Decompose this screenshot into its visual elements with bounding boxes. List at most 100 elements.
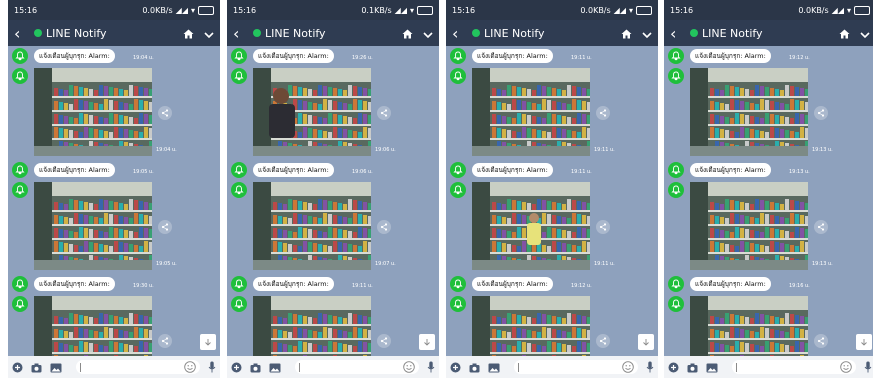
bell-icon	[668, 68, 684, 84]
wifi-icon: ▾	[846, 5, 851, 15]
scroll-down-icon[interactable]	[856, 334, 872, 350]
bell-icon	[231, 48, 247, 64]
emoji-icon[interactable]	[622, 358, 634, 377]
camera-icon[interactable]	[250, 358, 261, 377]
photo-time: 19:13 u.	[812, 147, 833, 153]
chat-area[interactable]: แจ้งเตือนผู้บุกรุก: Alarm: 19:11 u. 19:11 …	[446, 46, 658, 378]
camera-icon[interactable]	[687, 358, 698, 377]
chat-area[interactable]: แจ้งเตือนผู้บุกรุก: Alarm: 19:04 u. 19:04 …	[8, 46, 220, 378]
mic-icon[interactable]	[208, 358, 216, 377]
emoji-icon[interactable]	[840, 358, 852, 377]
bell-icon	[12, 162, 28, 178]
chevron-down-icon[interactable]	[642, 24, 652, 43]
chevron-down-icon[interactable]	[860, 24, 870, 43]
message-bubble[interactable]: แจ้งเตือนผู้บุกรุก: Alarm:	[34, 49, 115, 63]
camera-snapshot-image[interactable]	[690, 182, 808, 270]
message-bubble[interactable]: แจ้งเตือนผู้บุกรุก: Alarm:	[253, 163, 334, 177]
share-icon[interactable]	[158, 334, 172, 348]
share-icon[interactable]	[158, 220, 172, 234]
bell-icon	[12, 182, 28, 198]
home-icon[interactable]	[402, 24, 413, 43]
message-bubble[interactable]: แจ้งเตือนผู้บุกรุก: Alarm:	[690, 277, 771, 291]
share-icon[interactable]	[377, 334, 391, 348]
camera-snapshot-image[interactable]	[472, 182, 590, 270]
image-icon[interactable]	[50, 358, 62, 377]
back-icon[interactable]: ‹	[452, 24, 466, 43]
message-input[interactable]	[514, 360, 638, 374]
message-bubble[interactable]: แจ้งเตือนผู้บุกรุก: Alarm:	[253, 49, 334, 63]
back-icon[interactable]: ‹	[670, 24, 684, 43]
scroll-down-icon[interactable]	[419, 334, 435, 350]
message-time: 19:05 u.	[133, 169, 154, 175]
share-icon[interactable]	[814, 220, 828, 234]
share-icon[interactable]	[596, 334, 610, 348]
input-bar	[227, 356, 439, 378]
status-indicators: 0.0KB/s ◢◢ ▾	[798, 5, 870, 15]
input-bar	[446, 356, 658, 378]
camera-snapshot-image[interactable]	[34, 68, 152, 156]
home-icon[interactable]	[621, 24, 632, 43]
camera-snapshot-image[interactable]	[34, 182, 152, 270]
message-input[interactable]	[295, 360, 419, 374]
mic-icon[interactable]	[646, 358, 654, 377]
add-icon[interactable]	[450, 358, 461, 377]
emoji-icon[interactable]	[403, 358, 415, 377]
message-bubble[interactable]: แจ้งเตือนผู้บุกรุก: Alarm:	[472, 277, 553, 291]
emoji-icon[interactable]	[184, 358, 196, 377]
message-bubble[interactable]: แจ้งเตือนผู้บุกรุก: Alarm:	[34, 277, 115, 291]
back-icon[interactable]: ‹	[14, 24, 28, 43]
home-icon[interactable]	[183, 24, 194, 43]
photo-time: 19:11 u.	[594, 147, 615, 153]
bell-icon	[231, 68, 247, 84]
wifi-icon: ▾	[628, 5, 633, 15]
image-icon[interactable]	[269, 358, 281, 377]
phone-screen-2: 15:16 0.1KB/s ◢◢ ▾ ‹ LINE Notify แจ้งเตือนผู้บ…	[227, 0, 439, 378]
photo-time: 19:04 u.	[156, 147, 177, 153]
chat-area[interactable]: แจ้งเตือนผู้บุกรุก: Alarm: 19:26 u. 19:06 …	[227, 46, 439, 378]
message-bubble[interactable]: แจ้งเตือนผู้บุกรุก: Alarm:	[690, 49, 771, 63]
home-icon[interactable]	[839, 24, 850, 43]
message-time: 19:12 u.	[571, 283, 592, 289]
image-icon[interactable]	[706, 358, 718, 377]
message-time: 19:04 u.	[133, 55, 154, 61]
share-icon[interactable]	[814, 106, 828, 120]
mic-icon[interactable]	[864, 358, 872, 377]
add-icon[interactable]	[231, 358, 242, 377]
share-icon[interactable]	[158, 106, 172, 120]
chevron-down-icon[interactable]	[423, 24, 433, 43]
message-bubble[interactable]: แจ้งเตือนผู้บุกรุก: Alarm:	[472, 49, 553, 63]
status-bar: 15:16 0.1KB/s ◢◢ ▾	[227, 0, 439, 20]
message-bubble[interactable]: แจ้งเตือนผู้บุกรุก: Alarm:	[253, 277, 334, 291]
signal-icon: ◢◢	[831, 5, 844, 15]
bell-icon	[668, 296, 684, 312]
camera-icon[interactable]	[469, 358, 480, 377]
add-icon[interactable]	[12, 358, 23, 377]
image-icon[interactable]	[488, 358, 500, 377]
camera-snapshot-image[interactable]	[472, 68, 590, 156]
message-bubble[interactable]: แจ้งเตือนผู้บุกรุก: Alarm:	[472, 163, 553, 177]
message-input[interactable]	[76, 360, 200, 374]
camera-snapshot-image[interactable]	[690, 68, 808, 156]
message-bubble[interactable]: แจ้งเตือนผู้บุกรุก: Alarm:	[690, 163, 771, 177]
camera-snapshot-image[interactable]	[253, 68, 371, 156]
share-icon[interactable]	[596, 106, 610, 120]
message-time: 19:26 u.	[352, 55, 373, 61]
add-icon[interactable]	[668, 358, 679, 377]
scroll-down-icon[interactable]	[200, 334, 216, 350]
chat-area[interactable]: แจ้งเตือนผู้บุกรุก: Alarm: 19:12 u. 19:13 …	[664, 46, 873, 378]
mic-icon[interactable]	[427, 358, 435, 377]
back-icon[interactable]: ‹	[233, 24, 247, 43]
share-icon[interactable]	[377, 106, 391, 120]
scroll-down-icon[interactable]	[638, 334, 654, 350]
message-row: แจ้งเตือนผู้บุกรุก: Alarm: 19:13 u. 19:13 …	[664, 160, 873, 272]
bell-icon	[12, 276, 28, 292]
message-input[interactable]	[732, 360, 856, 374]
message-bubble[interactable]: แจ้งเตือนผู้บุกรุก: Alarm:	[34, 163, 115, 177]
camera-icon[interactable]	[31, 358, 42, 377]
bell-icon	[12, 68, 28, 84]
chevron-down-icon[interactable]	[204, 24, 214, 43]
share-icon[interactable]	[814, 334, 828, 348]
camera-snapshot-image[interactable]	[253, 182, 371, 270]
share-icon[interactable]	[377, 220, 391, 234]
share-icon[interactable]	[596, 220, 610, 234]
